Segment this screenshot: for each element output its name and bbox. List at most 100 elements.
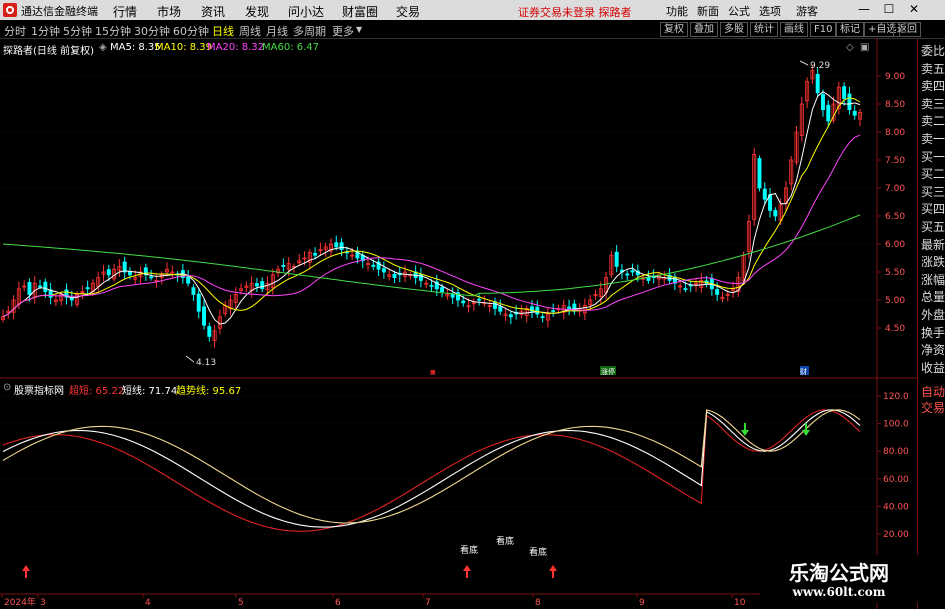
panel-field-17: 净资 [920, 343, 945, 358]
panel-field-12: 涨跌 [920, 255, 945, 270]
panel-field-13: 涨幅 [920, 272, 945, 287]
candle-body [852, 110, 857, 116]
period-30min[interactable]: 30分钟 [134, 23, 170, 39]
period-5min[interactable]: 5分钟 [63, 23, 92, 39]
candle-body [339, 242, 344, 251]
high-pointer [799, 60, 809, 66]
indicator-tick-label: 40.00 [883, 502, 909, 512]
close-button[interactable]: ✕ [905, 2, 923, 17]
indicator-tick-label: 20.00 [883, 530, 909, 540]
low-label: 4.13 [196, 358, 216, 368]
period-daily[interactable]: 日线 [212, 23, 234, 39]
indicator-lines [2, 409, 861, 532]
menu-item-quotes[interactable]: 行情 [113, 3, 137, 20]
date-tick-label: 10 [734, 598, 746, 608]
menu-options[interactable]: 选项 [759, 3, 781, 19]
candle-body [847, 93, 852, 110]
multi-stock-button[interactable]: 多股 [720, 22, 748, 37]
menu-item-discover[interactable]: 发现 [245, 3, 269, 20]
ultrashort-line [2, 409, 861, 532]
menu-formula[interactable]: 公式 [728, 3, 750, 19]
candle-body [260, 281, 265, 290]
candlesticks [1, 64, 862, 348]
date-tick-label: 7 [425, 598, 431, 608]
candle-body [207, 326, 212, 337]
menu-item-market[interactable]: 市场 [157, 3, 181, 20]
price-tick-label: 6.50 [885, 212, 905, 222]
menu-item-wealth[interactable]: 财富圈 [342, 3, 378, 20]
mark-button[interactable]: 标记 [836, 22, 864, 37]
candle-body [27, 282, 32, 295]
back-button[interactable]: 返回 [893, 22, 921, 37]
high-label: 9.29 [810, 61, 830, 71]
indicator-tick-label: 120.0 [883, 392, 909, 402]
kline-chart[interactable]: 9.00 8.50 8.00 7.50 7.00 6.50 6.00 5.50 5.00 4.50… [0, 38, 917, 609]
period-monthly[interactable]: 月线 [266, 23, 288, 39]
menu-item-ask[interactable]: 问小达 [288, 3, 324, 20]
panel-field-2: 卖四 [920, 79, 945, 94]
menu-new-layout[interactable]: 新面 [697, 3, 719, 19]
user-guest[interactable]: 游客 [796, 3, 818, 19]
candle-body [191, 287, 196, 295]
watermark-url: www.60lt.com [792, 585, 886, 599]
menu-item-news[interactable]: 资讯 [201, 3, 225, 20]
candle-body [535, 306, 540, 315]
signal-arrow-icon [22, 565, 30, 571]
candle-body [461, 300, 466, 304]
adjust-button[interactable]: 复权 [660, 22, 688, 37]
price-tick-label: 6.00 [885, 240, 905, 250]
period-60min[interactable]: 60分钟 [173, 23, 209, 39]
indicator-tick-label: 100.0 [883, 420, 909, 430]
chevron-down-icon[interactable]: ▼ [356, 25, 362, 34]
candle-body [196, 293, 201, 312]
candle-body [477, 298, 482, 301]
candle-body [186, 276, 191, 284]
candle-body [815, 73, 820, 94]
period-weekly[interactable]: 周线 [239, 23, 261, 39]
overlay-button[interactable]: 叠加 [690, 22, 718, 37]
candle-body [43, 281, 48, 293]
low-pointer [185, 355, 195, 363]
f10-button[interactable]: F10 [810, 22, 837, 37]
panel-field-18: 收益 [920, 360, 945, 375]
candle-body [371, 264, 376, 267]
auto-trade-label-0[interactable]: 自动 [920, 385, 945, 399]
indicator-axis-labels: 120.0 100.0 80.00 60.00 40.00 20.00 [877, 392, 909, 540]
price-tick-label: 7.50 [885, 156, 905, 166]
period-1min[interactable]: 1分钟 [31, 23, 60, 39]
price-tick-label: 5.00 [885, 296, 905, 306]
menu-function[interactable]: 功能 [666, 3, 688, 19]
period-more[interactable]: 更多 [332, 23, 354, 39]
candle-body [381, 268, 386, 273]
candle-body [85, 287, 90, 290]
candle-body [202, 306, 207, 326]
candle-body [106, 269, 111, 276]
panel-field-7: 买二 [920, 167, 945, 182]
app-logo-icon [3, 3, 17, 17]
signal-arrow-icon [802, 430, 810, 436]
candle-body [683, 288, 688, 290]
candle-body [820, 94, 825, 110]
candle-body [773, 210, 778, 217]
date-tick-label: 2024年 [4, 596, 36, 608]
candle-body [429, 285, 434, 287]
auto-trade-label-1[interactable]: 交易 [920, 401, 945, 415]
price-grid [0, 75, 877, 329]
event-marker-1: ■ [430, 369, 436, 376]
minimize-button[interactable]: — [855, 2, 873, 17]
menu-item-trade[interactable]: 交易 [396, 3, 420, 20]
date-tick-label: 3 [40, 598, 46, 608]
statistics-button[interactable]: 统计 [750, 22, 778, 37]
period-timeshare[interactable]: 分时 [4, 23, 26, 39]
maximize-button[interactable]: ☐ [880, 2, 898, 17]
panel-field-1: 卖五 [920, 61, 945, 76]
finance-label: 财 [800, 367, 807, 376]
candle-body [715, 289, 720, 295]
draw-line-button[interactable]: 画线 [780, 22, 808, 37]
candle-body [508, 314, 513, 318]
quote-side-panel: 委比 卖五 卖四 卖三 卖二 卖一 买一 买二 买三 买四 买五 最新 涨跌 涨幅 总量 外盘 换手 净资 收益 自… [917, 39, 945, 609]
period-multi[interactable]: 多周期 [293, 23, 326, 39]
login-warning[interactable]: 证券交易未登录 探路者 [518, 4, 632, 20]
period-15min[interactable]: 15分钟 [95, 23, 131, 39]
candle-body [281, 265, 286, 267]
